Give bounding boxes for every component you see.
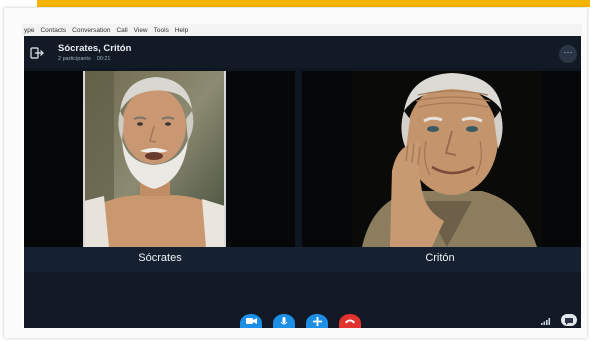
participant-names-strip: Sócrates Critón <box>24 247 581 272</box>
call-view: Sócrates, Critón 2 participants 00:21 ··… <box>24 36 581 328</box>
participant-count: 2 participants <box>58 56 91 62</box>
menu-help[interactable]: Help <box>175 27 188 34</box>
add-icon <box>312 317 322 326</box>
video-area <box>24 71 581 247</box>
skype-window: ype Contacts Conversation Call View Tool… <box>22 24 582 328</box>
end-call-icon <box>345 319 355 324</box>
tile-divider <box>224 71 226 247</box>
menu-view[interactable]: View <box>134 27 148 34</box>
end-call-button[interactable] <box>339 314 361 328</box>
menu-tools[interactable]: Tools <box>154 27 169 34</box>
chat-icon <box>565 318 573 325</box>
mic-icon <box>280 317 288 325</box>
socrates-video-feed <box>84 71 225 247</box>
chat-button[interactable] <box>561 314 577 326</box>
call-subtitle: 2 participants 00:21 <box>58 56 110 62</box>
criton-video-feed <box>352 71 542 247</box>
tile-divider <box>83 71 85 247</box>
participant-name-criton: Critón <box>425 252 455 264</box>
call-controls-area <box>24 272 581 328</box>
exit-call-view-icon[interactable] <box>30 46 44 59</box>
call-header: Sócrates, Critón 2 participants 00:21 ··… <box>24 36 581 68</box>
add-participant-button[interactable] <box>306 314 328 328</box>
menu-contacts[interactable]: Contacts <box>40 27 66 34</box>
menu-bar: ype Contacts Conversation Call View Tool… <box>22 24 582 36</box>
menu-skype[interactable]: ype <box>24 27 34 34</box>
menu-conversation[interactable]: Conversation <box>72 27 110 34</box>
video-icon <box>245 318 257 324</box>
call-duration: 00:21 <box>96 56 111 62</box>
participant-name-socrates: Sócrates <box>138 252 182 264</box>
video-tile-criton <box>302 71 581 247</box>
menu-call[interactable]: Call <box>116 27 127 34</box>
more-options-button[interactable]: ··· <box>559 45 577 63</box>
video-tile-socrates <box>24 71 295 247</box>
call-title: Sócrates, Critón <box>58 43 132 54</box>
signal-strength-icon <box>541 318 551 325</box>
mic-toggle-button[interactable] <box>273 314 295 328</box>
slide-accent-bar <box>37 0 590 7</box>
video-toggle-button[interactable] <box>240 314 262 328</box>
